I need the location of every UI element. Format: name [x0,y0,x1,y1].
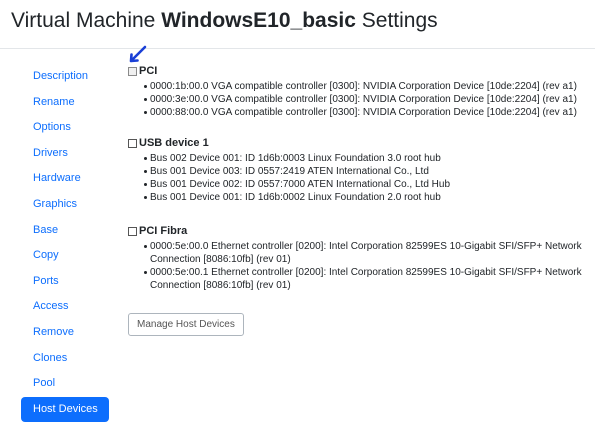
page-title: Virtual Machine WindowsE10_basic Setting… [11,9,438,33]
sidebar-item-pool[interactable]: Pool [21,371,109,397]
sidebar-item-clones[interactable]: Clones [21,346,109,372]
device-item: 0000:5e:00.0 Ethernet controller [0200]:… [144,240,590,266]
title-suffix: Settings [361,9,438,32]
header-divider [0,48,595,49]
section-usb-device-1: USB device 1 Bus 002 Device 001: ID 1d6b… [128,136,450,204]
section-pci: PCI 0000:1b:00.0 VGA compatible controll… [128,64,577,119]
sidebar-item-drivers[interactable]: Drivers [21,141,109,167]
section-header: PCI Fibra [128,224,590,238]
device-item: Bus 001 Device 001: ID 1d6b:0002 Linux F… [144,191,450,204]
device-list: Bus 002 Device 001: ID 1d6b:0003 Linux F… [128,152,450,204]
sidebar-item-options[interactable]: Options [21,115,109,141]
section-title: PCI Fibra [139,225,188,237]
section-header: USB device 1 [128,136,450,150]
sidebar-item-copy[interactable]: Copy [21,243,109,269]
manage-host-devices-button[interactable]: Manage Host Devices [128,313,244,336]
section-pci-fibra: PCI Fibra 0000:5e:00.0 Ethernet controll… [128,224,590,292]
sidebar-item-graphics[interactable]: Graphics [21,192,109,218]
usb-device-checkbox[interactable] [128,138,137,148]
section-title: USB device 1 [139,137,209,149]
device-item: 0000:5e:00.1 Ethernet controller [0200]:… [144,266,590,292]
device-item: 0000:1b:00.0 VGA compatible controller [… [144,81,577,92]
section-header: PCI [128,64,577,78]
device-list: 0000:5e:00.0 Ethernet controller [0200]:… [128,240,590,292]
sidebar-item-description[interactable]: Description [21,64,109,90]
settings-sidebar: Description Rename Options Drivers Hardw… [21,64,109,423]
sidebar-item-access[interactable]: Access [21,294,109,320]
sidebar-item-rename[interactable]: Rename [21,90,109,116]
vm-name: WindowsE10_basic [161,9,356,32]
device-item: Bus 001 Device 003: ID 0557:2419 ATEN In… [144,165,450,178]
title-prefix: Virtual Machine [11,9,156,32]
sidebar-item-base[interactable]: Base [21,218,109,244]
sidebar-item-ports[interactable]: Ports [21,269,109,295]
device-item: 0000:88:00.0 VGA compatible controller [… [144,107,577,118]
device-item: Bus 001 Device 002: ID 0557:7000 ATEN In… [144,179,450,190]
sidebar-item-remove[interactable]: Remove [21,320,109,346]
sidebar-item-host-devices[interactable]: Host Devices [21,396,109,423]
device-item: 0000:3e:00.0 VGA compatible controller [… [144,94,577,105]
pci-fibra-checkbox[interactable] [128,226,137,236]
device-list: 0000:1b:00.0 VGA compatible controller [… [128,80,577,119]
device-item: Bus 002 Device 001: ID 1d6b:0003 Linux F… [144,152,450,165]
sidebar-item-hardware[interactable]: Hardware [21,166,109,192]
mouse-pointer-icon [129,45,147,63]
